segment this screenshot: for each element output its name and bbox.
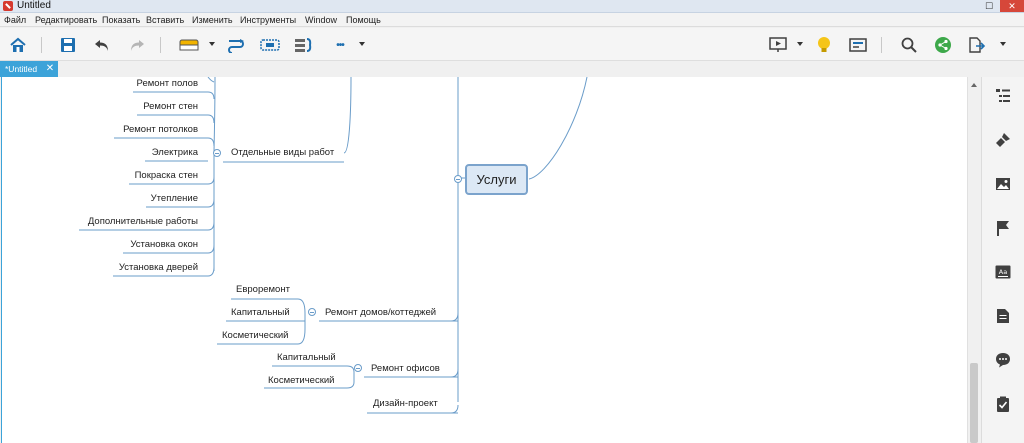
summary-icon[interactable] [293,34,315,56]
subtopic-cosmetic-house[interactable]: Косметический [222,330,288,342]
subtopic-capital-house[interactable]: Капитальный [231,307,290,319]
undo-icon[interactable] [91,34,113,56]
menu-insert[interactable]: Вставить [146,14,184,26]
xmind-window: Untitled ☐ ✕ Файл Редактировать Показать… [0,0,1024,443]
document-tabs: *Untitled ✕ [0,61,1024,77]
subtopic-electrics[interactable]: Электрика [102,147,198,159]
menu-view[interactable]: Показать [102,14,140,26]
subtopic-floor-repair[interactable]: Ремонт полов [102,78,198,90]
subtopic-wall-painting[interactable]: Покраска стен [102,170,198,182]
save-icon[interactable] [57,34,79,56]
toolbar-separator [41,37,42,53]
menu-help[interactable]: Помощь [346,14,381,26]
topic-icon[interactable] [178,34,200,56]
subtopic-door-installation[interactable]: Установка дверей [92,262,198,274]
export-dropdown-caret[interactable] [1000,42,1006,46]
right-side-panel: Aa [981,77,1024,443]
menu-modify[interactable]: Изменить [192,14,233,26]
vertical-scrollbar[interactable] [967,77,980,443]
toolbar-separator [160,37,161,53]
svg-text:Aa: Aa [999,268,1007,276]
home-icon[interactable] [7,34,29,56]
notes-icon[interactable] [994,307,1012,325]
menu-window[interactable]: Window [305,14,337,26]
task-icon[interactable] [994,395,1012,413]
subtopic-cosmetic-office[interactable]: Косметический [268,375,334,387]
central-topic[interactable]: Услуги [465,164,528,195]
share-icon[interactable] [932,34,954,56]
collapse-toggle-icon[interactable] [354,364,362,372]
subtopic-insulation[interactable]: Утепление [102,193,198,205]
subtopic-window-installation[interactable]: Установка окон [102,239,198,251]
menu-tools[interactable]: Инструменты [240,14,296,26]
outline-list-icon[interactable] [994,87,1012,105]
export-icon[interactable] [966,34,988,56]
subtopic-ceiling-repair[interactable]: Ремонт потолков [82,124,198,136]
title-bar: Untitled ☐ ✕ [0,0,1024,13]
presentation-dropdown-caret[interactable] [797,42,803,46]
menu-edit[interactable]: Редактировать [35,14,97,26]
branch-house-repair[interactable]: Ремонт домов/коттеджей [325,307,436,319]
flag-icon[interactable] [994,219,1012,237]
tab-untitled[interactable]: *Untitled ✕ [0,61,58,77]
close-window-button[interactable]: ✕ [1000,0,1024,12]
more-dropdown-caret[interactable] [359,42,365,46]
branch-separate-works[interactable]: Отдельные виды работ [231,147,334,159]
subtopic-additional-works[interactable]: Дополнительные работы [62,216,198,228]
subtopic-euro-renovation[interactable]: Евроремонт [236,284,290,296]
subtopic-wall-repair[interactable]: Ремонт стен [102,101,198,113]
format-brush-icon[interactable] [994,131,1012,149]
presentation-icon[interactable] [767,34,789,56]
close-tab-icon[interactable]: ✕ [45,63,55,75]
search-icon[interactable] [898,34,920,56]
branch-design-project[interactable]: Дизайн-проект [373,398,438,410]
outline-icon[interactable] [847,34,869,56]
comment-icon[interactable] [994,351,1012,369]
text-style-icon[interactable]: Aa [994,263,1012,281]
image-icon[interactable] [994,175,1012,193]
app-logo-icon [3,1,13,11]
scrollbar-thumb[interactable] [970,363,978,443]
scroll-up-arrow-icon[interactable] [971,83,977,87]
collapse-toggle-icon[interactable] [454,175,462,183]
relationship-icon[interactable] [225,34,247,56]
subtopic-capital-office[interactable]: Капитальный [277,352,336,364]
branch-office-repair[interactable]: Ремонт офисов [371,363,440,375]
toolbar-separator [881,37,882,53]
menu-file[interactable]: Файл [4,14,26,26]
mindmap-canvas[interactable]: Услуги Отдельные виды работ Ремонт полов… [1,77,967,443]
tab-label: *Untitled [5,64,38,74]
idea-icon[interactable] [813,34,835,56]
window-title: Untitled [17,0,51,11]
maximize-button[interactable]: ☐ [978,0,1000,12]
topic-dropdown-caret[interactable] [209,42,215,46]
more-icon[interactable]: ••• [329,34,351,56]
collapse-toggle-icon[interactable] [213,149,221,157]
collapse-toggle-icon[interactable] [308,308,316,316]
toolbar: ••• [0,28,1024,61]
boundary-icon[interactable] [259,34,281,56]
redo-icon[interactable] [126,34,148,56]
menu-bar: Файл Редактировать Показать Вставить Изм… [0,13,1024,27]
